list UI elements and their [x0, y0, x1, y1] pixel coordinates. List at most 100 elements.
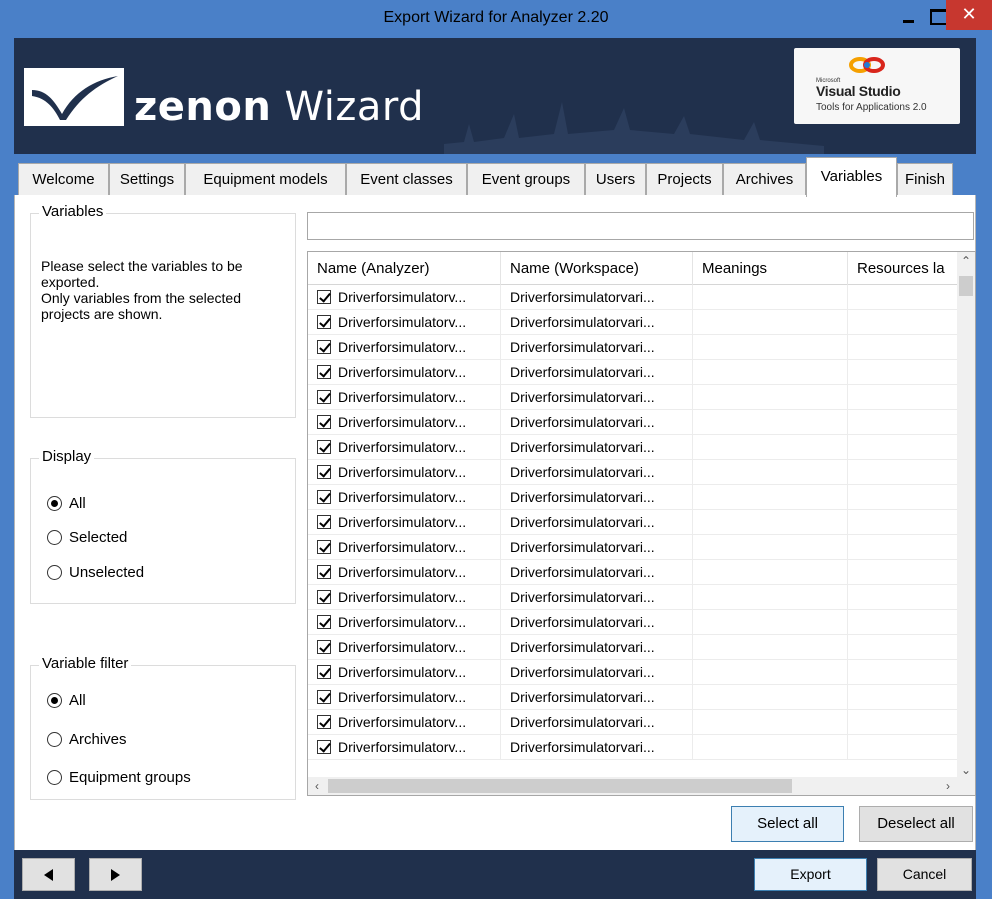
- cell-resources: [848, 360, 958, 385]
- cell-resources: [848, 460, 958, 485]
- scroll-up-icon[interactable]: ⌃: [957, 252, 975, 270]
- display-unselected-radio[interactable]: [47, 564, 62, 580]
- scroll-left-icon[interactable]: ‹: [308, 777, 326, 795]
- vs-sub-label: Tools for Applications 2.0: [816, 102, 927, 113]
- grid-vertical-scrollbar[interactable]: ⌃ ⌄: [957, 252, 975, 779]
- table-row[interactable]: Driverforsimulatorv... Driverforsimulator…: [308, 610, 958, 635]
- cell-meanings: [693, 510, 848, 535]
- display-selected-option[interactable]: Selected: [47, 526, 127, 548]
- table-row[interactable]: Driverforsimulatorv... Driverforsimulator…: [308, 410, 958, 435]
- table-row[interactable]: Driverforsimulatorv... Driverforsimulator…: [308, 285, 958, 310]
- cell-name-workspace: Driverforsimulatorvari...: [501, 735, 693, 760]
- column-header-name-analyzer[interactable]: Name (Analyzer): [308, 252, 501, 285]
- minimize-icon[interactable]: [895, 3, 923, 33]
- tab-settings[interactable]: Settings: [109, 163, 185, 196]
- display-all-radio[interactable]: [47, 495, 62, 511]
- cell-resources: [848, 710, 958, 735]
- cell-name-workspace: Driverforsimulatorvari...: [501, 335, 693, 360]
- cell-name-analyzer: Driverforsimulatorv...: [308, 560, 501, 585]
- table-row[interactable]: Driverforsimulatorv... Driverforsimulator…: [308, 385, 958, 410]
- tab-welcome[interactable]: Welcome: [18, 163, 109, 196]
- tab-archives[interactable]: Archives: [723, 163, 806, 196]
- cell-name-workspace: Driverforsimulatorvari...: [501, 610, 693, 635]
- previous-button[interactable]: [22, 858, 75, 891]
- table-row[interactable]: Driverforsimulatorv... Driverforsimulator…: [308, 560, 958, 585]
- cell-name-analyzer: Driverforsimulatorv...: [308, 485, 501, 510]
- grid-horizontal-scrollbar[interactable]: ‹ ›: [308, 777, 975, 795]
- previous-arrow-icon: [44, 869, 53, 882]
- wizard-tab-strip: Welcome Settings Equipment models Event …: [14, 154, 976, 197]
- variable-filter-group: Variable filter All Archives Equipment g…: [30, 655, 296, 800]
- variable-filter-legend: Variable filter: [39, 655, 132, 672]
- table-row[interactable]: Driverforsimulatorv... Driverforsimulator…: [308, 360, 958, 385]
- filter-equipment-groups-radio[interactable]: [47, 769, 62, 785]
- display-selected-radio[interactable]: [47, 529, 62, 545]
- column-header-meanings[interactable]: Meanings: [693, 252, 848, 285]
- table-row[interactable]: Driverforsimulatorv... Driverforsimulator…: [308, 585, 958, 610]
- cell-meanings: [693, 660, 848, 685]
- cell-name-workspace: Driverforsimulatorvari...: [501, 535, 693, 560]
- column-header-name-workspace[interactable]: Name (Workspace): [501, 252, 693, 285]
- vertical-scroll-thumb[interactable]: [959, 276, 973, 296]
- cell-resources: [848, 610, 958, 635]
- table-row[interactable]: Driverforsimulatorv... Driverforsimulator…: [308, 735, 958, 760]
- tab-variables[interactable]: Variables: [806, 157, 897, 197]
- tab-users[interactable]: Users: [585, 163, 646, 196]
- table-row[interactable]: Driverforsimulatorv... Driverforsimulator…: [308, 510, 958, 535]
- cell-meanings: [693, 360, 848, 385]
- table-row[interactable]: Driverforsimulatorv... Driverforsimulator…: [308, 660, 958, 685]
- table-row[interactable]: Driverforsimulatorv... Driverforsimulator…: [308, 435, 958, 460]
- cell-resources: [848, 735, 958, 760]
- cell-resources: [848, 310, 958, 335]
- filter-equipment-groups-option[interactable]: Equipment groups: [47, 766, 191, 788]
- tab-finish[interactable]: Finish: [897, 163, 953, 196]
- filter-archives-radio[interactable]: [47, 731, 62, 747]
- tab-event-classes[interactable]: Event classes: [346, 163, 467, 196]
- cancel-button[interactable]: Cancel: [877, 858, 972, 891]
- table-row[interactable]: Driverforsimulatorv... Driverforsimulator…: [308, 710, 958, 735]
- cell-meanings: [693, 610, 848, 635]
- tab-equipment-models[interactable]: Equipment models: [185, 163, 346, 196]
- variables-grid: Name (Analyzer) Name (Workspace) Meaning…: [307, 251, 976, 796]
- variables-group: Variables Please select the variables to…: [30, 203, 296, 418]
- variable-search-input[interactable]: [307, 212, 974, 240]
- filter-archives-label: Archives: [69, 730, 127, 748]
- column-header-resources[interactable]: Resources la: [848, 252, 958, 285]
- table-row[interactable]: Driverforsimulatorv... Driverforsimulator…: [308, 485, 958, 510]
- display-unselected-option[interactable]: Unselected: [47, 561, 144, 583]
- cell-name-workspace: Driverforsimulatorvari...: [501, 685, 693, 710]
- vs-name-label: Visual Studio: [816, 83, 901, 99]
- display-unselected-label: Unselected: [69, 563, 145, 581]
- city-silhouette-icon: [444, 102, 824, 154]
- filter-all-label: All: [69, 691, 86, 709]
- close-icon[interactable]: ✕: [946, 0, 992, 30]
- export-button[interactable]: Export: [754, 858, 867, 891]
- next-button[interactable]: [89, 858, 142, 891]
- filter-all-option[interactable]: All: [47, 689, 86, 711]
- scroll-right-icon[interactable]: ›: [939, 777, 957, 795]
- horizontal-scroll-thumb[interactable]: [328, 779, 792, 793]
- tab-projects[interactable]: Projects: [646, 163, 723, 196]
- table-row[interactable]: Driverforsimulatorv... Driverforsimulator…: [308, 335, 958, 360]
- table-row[interactable]: Driverforsimulatorv... Driverforsimulator…: [308, 635, 958, 660]
- title-bar[interactable]: Export Wizard for Analyzer 2.20 ✕: [0, 0, 992, 38]
- table-row[interactable]: Driverforsimulatorv... Driverforsimulator…: [308, 460, 958, 485]
- cell-name-analyzer: Driverforsimulatorv...: [308, 310, 501, 335]
- cell-name-analyzer: Driverforsimulatorv...: [308, 735, 501, 760]
- tab-event-groups[interactable]: Event groups: [467, 163, 585, 196]
- table-row[interactable]: Driverforsimulatorv... Driverforsimulator…: [308, 685, 958, 710]
- wizard-banner: zenon Wizard Microsoft Visual Studio Too…: [14, 38, 976, 154]
- filter-archives-option[interactable]: Archives: [47, 728, 127, 750]
- select-all-button[interactable]: Select all: [731, 806, 844, 842]
- cell-resources: [848, 685, 958, 710]
- cell-name-analyzer: Driverforsimulatorv...: [308, 435, 501, 460]
- filter-all-radio[interactable]: [47, 692, 62, 708]
- cell-name-workspace: Driverforsimulatorvari...: [501, 310, 693, 335]
- table-row[interactable]: Driverforsimulatorv... Driverforsimulator…: [308, 310, 958, 335]
- filter-equipment-groups-label: Equipment groups: [69, 768, 191, 786]
- grid-header: Name (Analyzer) Name (Workspace) Meaning…: [308, 252, 958, 285]
- wizard-footer: Export Cancel: [14, 850, 976, 899]
- deselect-all-button[interactable]: Deselect all: [859, 806, 973, 842]
- display-all-option[interactable]: All: [47, 492, 86, 514]
- table-row[interactable]: Driverforsimulatorv... Driverforsimulator…: [308, 535, 958, 560]
